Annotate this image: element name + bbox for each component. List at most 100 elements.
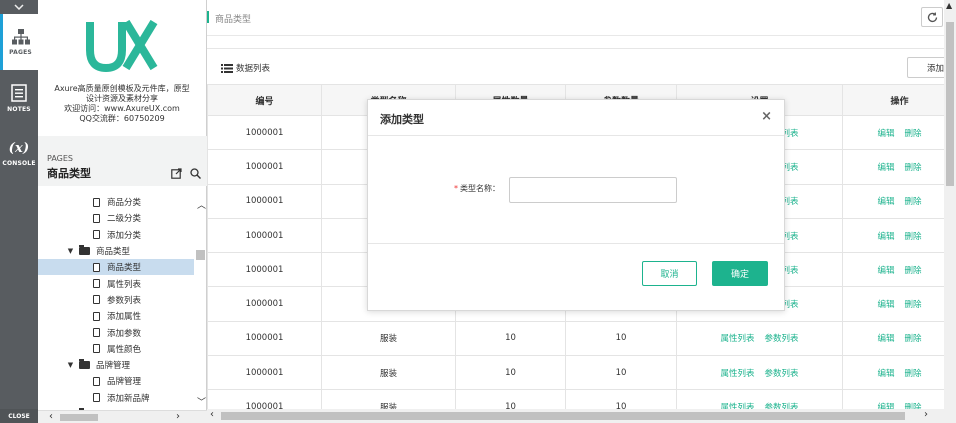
delete-link[interactable]: 删除	[905, 334, 922, 344]
dialog-header: 添加类型 ×	[368, 100, 784, 136]
tree-item-label: 商品类型	[96, 247, 131, 258]
edit-link[interactable]: 编辑	[877, 300, 894, 310]
caret-down-icon[interactable]: ▼	[66, 361, 75, 369]
rail-tab-pages[interactable]: PAGES	[0, 14, 38, 70]
pages-header: PAGES 商品类型	[38, 136, 207, 186]
dialog-body: * 类型名称：	[368, 136, 784, 244]
cell-actions: 编辑 删除	[842, 355, 956, 391]
pages-section-label: PAGES	[47, 154, 73, 163]
cancel-button[interactable]: 取消	[642, 261, 697, 286]
type-name-label-text: 类型名称：	[460, 184, 500, 193]
cell-settings: 属性列表 参数列表	[676, 355, 843, 391]
sidebar-horizontal-scrollbar[interactable]: ‹ ›	[38, 410, 207, 423]
delete-link[interactable]: 删除	[905, 300, 922, 310]
sidebar-vertical-scrollbar[interactable]: ︿ ﹀	[194, 194, 207, 410]
folder-icon	[79, 245, 90, 256]
refresh-icon	[927, 11, 937, 22]
tree-item-label: 添加分类	[107, 230, 142, 241]
tree-page[interactable]: 添加分类	[38, 227, 194, 243]
tagline-line-1: Axure高质量原创模板及元件库，原型	[54, 84, 190, 93]
tree-page[interactable]: 属性列表	[38, 275, 194, 291]
cell-actions: 编辑 删除	[842, 149, 956, 185]
edit-link[interactable]: 编辑	[877, 197, 894, 207]
delete-link[interactable]: 删除	[905, 369, 922, 379]
attr-list-link[interactable]: 属性列表	[720, 334, 754, 344]
type-name-input[interactable]	[509, 177, 677, 203]
tree-page[interactable]: 商品类型	[38, 259, 194, 276]
page-icon	[93, 311, 100, 321]
close-sidebar-button[interactable]: CLOSE	[0, 409, 38, 423]
delete-link[interactable]: 删除	[905, 266, 922, 276]
type-name-label: * 类型名称：	[454, 183, 500, 194]
scroll-down-icon[interactable]: ﹀	[197, 395, 206, 408]
edit-link[interactable]: 编辑	[877, 163, 894, 173]
caret-down-icon[interactable]: ▼	[66, 247, 75, 255]
main-scroll-thumb[interactable]	[946, 22, 954, 186]
tree-folder[interactable]: ▼ 品牌管理	[38, 357, 194, 373]
tree-folder[interactable]: ▼ 商品类型	[38, 243, 194, 259]
delete-link[interactable]: 删除	[905, 163, 922, 173]
refresh-button[interactable]	[921, 7, 943, 27]
main-vertical-scrollbar[interactable]: ▲	[944, 0, 956, 423]
tree-item-label: 品牌管理	[96, 361, 131, 372]
edit-link[interactable]: 编辑	[877, 129, 894, 139]
cell-id: 1000001	[207, 286, 322, 322]
tree-page[interactable]: 参数列表	[38, 292, 194, 308]
scroll-up-icon[interactable]: ▲	[946, 1, 952, 10]
cell-actions: 编辑 删除	[842, 320, 956, 357]
tree-page[interactable]: 添加新品牌	[38, 390, 194, 406]
cell-id: 1000001	[207, 320, 322, 357]
delete-link[interactable]: 删除	[905, 129, 922, 139]
tree-page[interactable]: 属性颜色	[38, 341, 194, 357]
confirm-button[interactable]: 确定	[712, 261, 768, 286]
scroll-right-icon[interactable]: ›	[924, 409, 928, 420]
delete-link[interactable]: 删除	[905, 197, 922, 207]
add-type-dialog: 添加类型 × * 类型名称： 取消 确定	[367, 99, 785, 311]
tree-item-label: 添加属性	[107, 312, 142, 323]
main-hscroll-thumb[interactable]	[221, 412, 905, 420]
tree-page[interactable]: 品牌管理	[38, 373, 194, 389]
cell-actions: 编辑 删除	[842, 183, 956, 219]
edit-link[interactable]: 编辑	[877, 334, 894, 344]
tree-item-label: 属性列表	[107, 279, 142, 290]
scroll-up-icon[interactable]: ︿	[197, 198, 206, 211]
sidebar-scroll-thumb[interactable]	[196, 250, 205, 260]
cell-type-name: 服装	[321, 320, 456, 357]
attr-list-link[interactable]: 属性列表	[720, 369, 754, 379]
delete-link[interactable]: 删除	[905, 232, 922, 242]
table-row: 1000001服装1010属性列表参数列表编辑删除	[207, 320, 956, 357]
col-header-id[interactable]: 编号	[207, 84, 322, 116]
edit-link[interactable]: 编辑	[877, 232, 894, 242]
param-list-link[interactable]: 参数列表	[765, 334, 799, 344]
scroll-left-icon[interactable]: ‹	[210, 409, 214, 420]
tree-page[interactable]: 商品分类	[38, 194, 194, 210]
edit-link[interactable]: 编辑	[877, 266, 894, 276]
cell-param-count: 10	[565, 320, 677, 357]
tagline-line-3: 欢迎访问：www.AxureUX.com	[64, 104, 180, 113]
tree-item-label: 属性颜色	[107, 344, 142, 355]
main-horizontal-scrollbar[interactable]: ‹ ›	[207, 409, 944, 423]
page-icon	[93, 344, 100, 354]
tree-item-label: 添加新品牌	[107, 393, 150, 404]
sidebar-hscroll-thumb[interactable]	[60, 414, 98, 421]
edit-link[interactable]: 编辑	[877, 369, 894, 379]
tree-page[interactable]: 添加参数	[38, 324, 194, 340]
cell-attr-count: 10	[455, 320, 566, 357]
tree-page[interactable]: 添加属性	[38, 308, 194, 324]
scroll-left-icon[interactable]: ‹	[49, 411, 53, 422]
list-icon	[221, 63, 233, 73]
collapse-chevron-icon[interactable]	[0, 0, 38, 14]
param-list-link[interactable]: 参数列表	[765, 369, 799, 379]
search-pages-icon[interactable]	[190, 168, 201, 179]
dialog-title: 添加类型	[380, 113, 424, 126]
tree-item-label: 参数列表	[107, 295, 142, 306]
tree-page[interactable]: 二级分类	[38, 210, 194, 226]
scroll-right-icon[interactable]: ›	[176, 411, 180, 422]
col-header-actions[interactable]: 操作	[842, 84, 956, 116]
rail-tab-console[interactable]: (x) CONSOLE	[0, 126, 38, 182]
tree-item-label: 添加参数	[107, 328, 142, 339]
ux-logo	[86, 20, 158, 72]
close-icon[interactable]: ×	[761, 109, 772, 124]
rail-tab-notes[interactable]: NOTES	[0, 70, 38, 126]
open-external-icon[interactable]	[171, 168, 182, 179]
